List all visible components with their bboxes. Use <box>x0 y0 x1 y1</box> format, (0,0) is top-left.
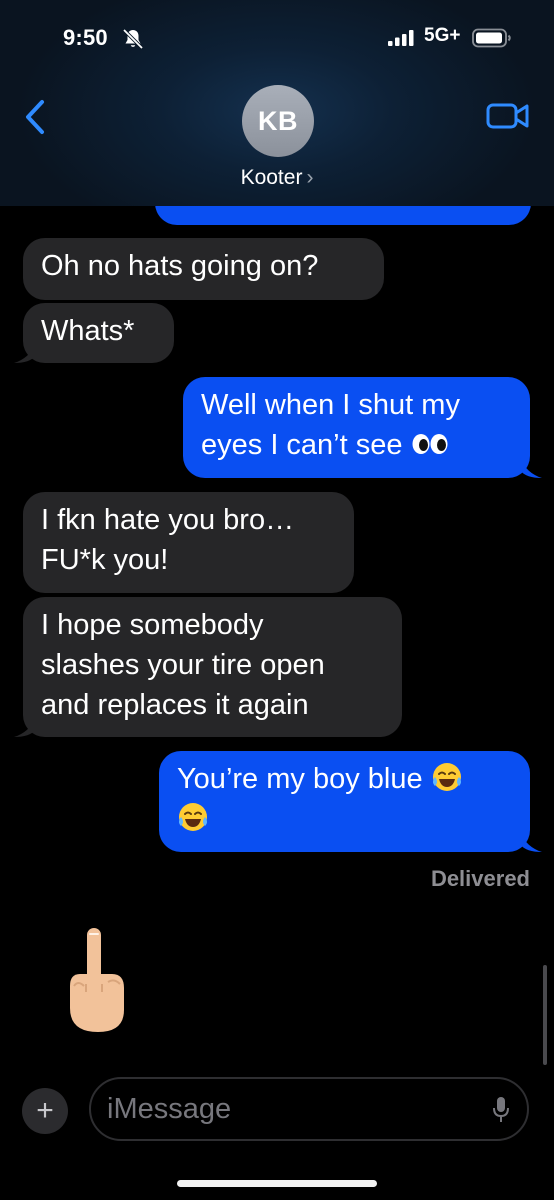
avatar-initials: KB <box>258 105 298 136</box>
message-text-line: Well when I shut my <box>201 389 460 421</box>
battery-icon <box>472 28 511 48</box>
scrollbar[interactable] <box>543 965 547 1065</box>
bubble-tail <box>14 717 36 737</box>
message-bubble-incoming[interactable]: Oh no hats going on? <box>23 238 384 300</box>
status-time: 9:50 <box>63 25 108 50</box>
message-text-line: You’re my boy blue <box>177 763 423 795</box>
contact-name-button[interactable]: Kooter › <box>0 166 554 190</box>
delivered-status: Delivered <box>430 866 530 891</box>
contact-name: Kooter <box>240 166 303 189</box>
message-input[interactable]: iMessage <box>89 1077 529 1141</box>
message-text: Whats* <box>41 315 135 347</box>
message-bubble-incoming[interactable]: I hope somebody slashes your tire open a… <box>23 597 402 737</box>
home-indicator[interactable] <box>177 1180 377 1187</box>
message-text-line: I fkn hate you bro… <box>41 504 295 536</box>
face-with-tears-of-joy-emoji-icon <box>432 763 461 791</box>
message-input-placeholder: iMessage <box>107 1093 232 1125</box>
plus-icon: + <box>36 1094 54 1127</box>
message-text-line: slashes your tire open <box>41 649 325 681</box>
microphone-icon[interactable] <box>491 1095 511 1125</box>
network-type: 5G+ <box>424 25 461 46</box>
bell-slash-icon <box>122 28 144 50</box>
eyes-emoji-icon <box>412 434 448 454</box>
bubble-tail <box>520 458 542 478</box>
message-text: Oh no hats going on? <box>41 250 319 282</box>
message-text-line: I hope somebody <box>41 609 264 641</box>
middle-finger-emoji-icon[interactable] <box>64 926 130 1036</box>
video-camera-icon[interactable] <box>486 101 530 131</box>
message-text-line: and replaces it again <box>41 689 309 721</box>
message-bubble-outgoing[interactable]: You’re my boy blue <box>159 751 530 852</box>
conversation-header: 9:50 5G+ KB Kooter › <box>0 0 554 206</box>
plus-button[interactable]: + <box>22 1088 68 1134</box>
chevron-right-icon: › <box>306 166 314 189</box>
face-with-tears-of-joy-emoji-icon <box>179 803 207 831</box>
message-bubble-incoming[interactable]: Whats* <box>23 303 174 363</box>
signal-icon <box>388 30 414 46</box>
message-text-line: eyes I can’t see <box>201 429 403 461</box>
message-bubble-incoming[interactable]: I fkn hate you bro… FU*k you! <box>23 492 354 593</box>
message-text-line: FU*k you! <box>41 544 169 576</box>
message-bubble-outgoing[interactable]: Well when I shut my eyes I can’t see <box>183 377 530 478</box>
contact-avatar[interactable]: KB <box>242 85 314 157</box>
back-chevron-icon[interactable] <box>22 98 48 136</box>
bubble-tail <box>520 832 542 852</box>
bubble-tail <box>14 343 36 363</box>
